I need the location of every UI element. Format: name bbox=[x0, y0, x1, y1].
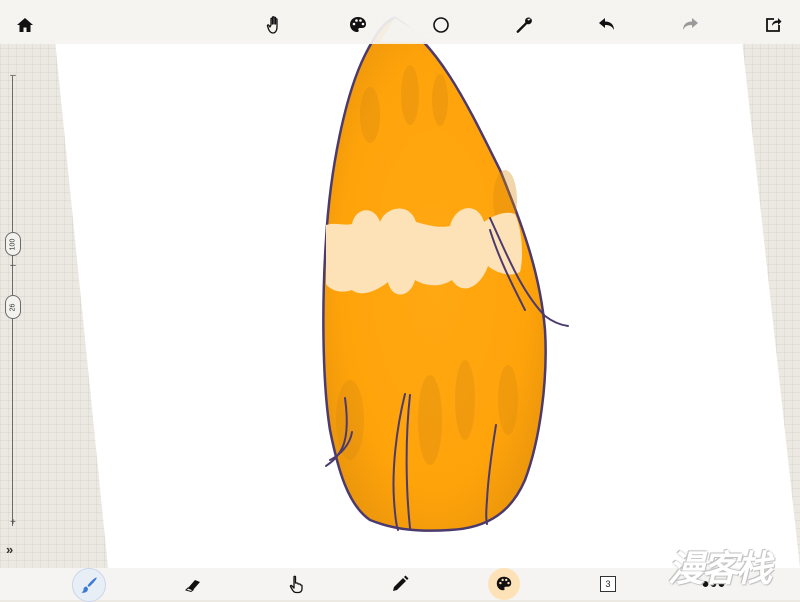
palette-icon bbox=[350, 17, 366, 32]
opacity-value: 26 bbox=[9, 303, 17, 311]
layers-count: 3 bbox=[605, 579, 611, 589]
color-palette-icon bbox=[496, 576, 512, 591]
pencil-icon bbox=[393, 575, 409, 591]
brush-icon bbox=[81, 577, 97, 593]
eraser-icon bbox=[185, 580, 200, 593]
redo-icon bbox=[683, 18, 698, 30]
brush-size-value: 100 bbox=[9, 238, 17, 250]
brush-tool-button[interactable] bbox=[72, 568, 106, 602]
pan-button[interactable] bbox=[260, 10, 290, 40]
pencil-tool-button[interactable] bbox=[385, 570, 415, 598]
hand-icon bbox=[266, 16, 278, 34]
eraser-tool-button[interactable] bbox=[178, 570, 208, 598]
undo-button[interactable] bbox=[592, 10, 622, 40]
brush-size-knob[interactable]: 100 bbox=[5, 232, 21, 256]
slider-separator: – bbox=[10, 260, 16, 271]
color-tool-button[interactable] bbox=[488, 568, 520, 600]
site-watermark: 漫客栈 bbox=[668, 548, 772, 589]
redo-button[interactable] bbox=[675, 10, 705, 40]
slider-plus: + bbox=[10, 517, 16, 528]
drawing-canvas[interactable] bbox=[0, 0, 800, 600]
share-icon bbox=[766, 18, 782, 32]
home-icon bbox=[17, 18, 33, 32]
finger-smudge-icon bbox=[289, 575, 303, 594]
tools-button[interactable] bbox=[509, 10, 539, 40]
layers-button[interactable]: 3 bbox=[600, 576, 616, 592]
color-button[interactable] bbox=[343, 10, 373, 40]
selection-button[interactable] bbox=[426, 10, 456, 40]
smudge-tool-button[interactable] bbox=[281, 570, 311, 598]
home-button[interactable] bbox=[10, 10, 40, 40]
undo-icon bbox=[599, 18, 614, 30]
slider-top-tick: – bbox=[10, 70, 16, 81]
opacity-knob[interactable]: 26 bbox=[5, 295, 21, 319]
wrench-icon bbox=[516, 17, 532, 33]
circle-icon bbox=[433, 17, 449, 33]
share-button[interactable] bbox=[758, 10, 788, 40]
expand-panel-button[interactable]: » bbox=[6, 542, 22, 558]
